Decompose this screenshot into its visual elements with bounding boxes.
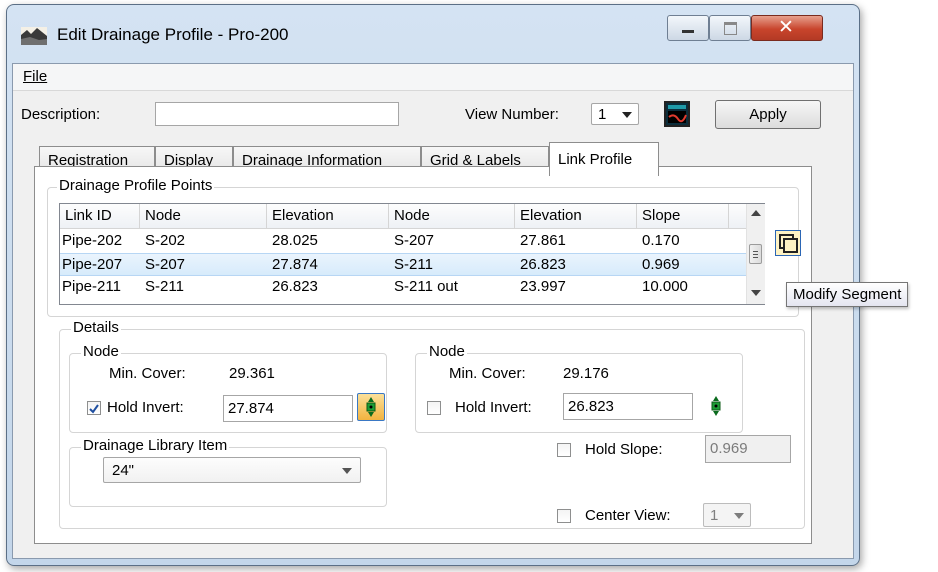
- hold-invert-checkbox[interactable]: [87, 401, 101, 415]
- cell-node: S-202: [145, 232, 186, 249]
- view-number-value: 1: [598, 106, 607, 123]
- modify-segment-icon: [779, 234, 798, 253]
- description-input[interactable]: [155, 102, 399, 126]
- center-view-select[interactable]: 1: [703, 503, 751, 527]
- menu-file[interactable]: File: [23, 68, 47, 85]
- min-cover-label: Min. Cover:: [109, 365, 186, 382]
- close-icon: ✕: [778, 17, 794, 38]
- grip-icon: [753, 251, 758, 252]
- hold-invert-label: Hold Invert:: [107, 399, 184, 416]
- view-select-icon[interactable]: [664, 101, 690, 127]
- node-right-title: Node: [427, 343, 467, 360]
- chevron-down-icon: [734, 513, 744, 519]
- center-view-value: 1: [710, 507, 719, 524]
- maximize-button[interactable]: [709, 15, 751, 41]
- table-row-selected[interactable]: Pipe-207 S-207 27.874 S-211 26.823 0.969: [60, 253, 746, 276]
- locate-target-icon[interactable]: [703, 393, 729, 419]
- chevron-down-icon: [342, 468, 352, 474]
- tab-panel-link-profile: Drainage Profile Points Link ID Node Ele…: [34, 166, 812, 544]
- tooltip: Modify Segment: [786, 282, 909, 307]
- apply-button[interactable]: Apply: [715, 100, 821, 129]
- hold-slope-input[interactable]: 0.969: [705, 435, 791, 463]
- column-header-link-id[interactable]: Link ID: [60, 204, 140, 228]
- description-label: Description:: [21, 106, 101, 123]
- node-left-title: Node: [81, 343, 121, 360]
- cell-slope: 0.170: [642, 232, 680, 249]
- library-select[interactable]: 24": [103, 457, 361, 483]
- library-title: Drainage Library Item: [81, 437, 230, 454]
- view-number-select[interactable]: 1: [591, 103, 639, 125]
- locate-target-icon[interactable]: [357, 393, 385, 421]
- cell-elevation-2: 26.823: [520, 256, 566, 273]
- column-header-elevation-2[interactable]: Elevation: [515, 204, 637, 228]
- cell-elevation: 27.874: [272, 256, 318, 273]
- cell-node: S-207: [145, 256, 186, 273]
- caption-buttons: ✕: [667, 15, 845, 43]
- hold-invert-input[interactable]: 27.874: [223, 395, 353, 422]
- tab-link-profile[interactable]: Link Profile: [549, 142, 659, 176]
- cell-slope: 10.000: [642, 278, 688, 295]
- minimize-icon: [682, 30, 694, 33]
- cell-elevation-2: 23.997: [520, 278, 566, 295]
- hold-slope-label: Hold Slope:: [585, 441, 663, 458]
- window-title: Edit Drainage Profile - Pro-200: [57, 25, 289, 44]
- list-scrollbar[interactable]: [746, 204, 765, 304]
- cell-elevation: 26.823: [272, 278, 318, 295]
- cell-link-id: Pipe-207: [62, 256, 123, 273]
- scroll-up-icon[interactable]: [751, 210, 761, 216]
- close-button[interactable]: ✕: [751, 15, 823, 41]
- column-header-node-2[interactable]: Node: [389, 204, 515, 228]
- cell-link-id: Pipe-202: [62, 232, 123, 249]
- cell-elevation: 28.025: [272, 232, 318, 249]
- min-cover-label-right: Min. Cover:: [449, 365, 526, 382]
- cell-node-2: S-207: [394, 232, 435, 249]
- cell-node-2: S-211: [394, 256, 433, 273]
- hold-invert-label-right: Hold Invert:: [455, 399, 532, 416]
- checkmark-icon: [89, 404, 99, 414]
- hold-slope-checkbox[interactable]: [557, 443, 571, 457]
- cell-slope: 0.969: [642, 256, 680, 273]
- table-row[interactable]: Pipe-211 S-211 26.823 S-211 out 23.997 1…: [60, 276, 746, 299]
- cell-elevation-2: 27.861: [520, 232, 566, 249]
- min-cover-value-right: 29.176: [563, 365, 609, 382]
- cell-node-2: S-211 out: [394, 278, 458, 295]
- title-bar[interactable]: Edit Drainage Profile - Pro-200 ✕: [7, 5, 859, 63]
- cell-link-id: Pipe-211: [62, 278, 121, 295]
- profile-points-title: Drainage Profile Points: [57, 177, 215, 194]
- column-header-slope[interactable]: Slope: [637, 204, 729, 228]
- cell-node: S-211: [145, 278, 184, 295]
- min-cover-value: 29.361: [229, 365, 275, 382]
- view-number-label: View Number:: [465, 106, 559, 123]
- table-row[interactable]: Pipe-202 S-202 28.025 S-207 27.861 0.170: [60, 230, 746, 253]
- center-view-checkbox[interactable]: [557, 509, 571, 523]
- modify-segment-button[interactable]: [775, 230, 801, 256]
- menu-bar: File: [13, 64, 853, 91]
- details-title: Details: [71, 319, 121, 336]
- list-header: Link ID Node Elevation Node Elevation Sl…: [60, 204, 764, 229]
- center-view-label: Center View:: [585, 507, 671, 524]
- scroll-down-icon[interactable]: [751, 290, 761, 296]
- hold-invert-input-right[interactable]: 26.823: [563, 393, 693, 420]
- column-header-elevation[interactable]: Elevation: [267, 204, 389, 228]
- maximize-icon: [724, 22, 737, 35]
- drainage-app-icon: [21, 27, 47, 45]
- profile-points-list[interactable]: Link ID Node Elevation Node Elevation Sl…: [59, 203, 765, 305]
- column-header-node[interactable]: Node: [140, 204, 267, 228]
- chevron-down-icon: [622, 112, 632, 118]
- minimize-button[interactable]: [667, 15, 709, 41]
- library-selected-value: 24": [112, 462, 135, 479]
- scroll-thumb[interactable]: [749, 244, 762, 264]
- hold-invert-checkbox-right[interactable]: [427, 401, 441, 415]
